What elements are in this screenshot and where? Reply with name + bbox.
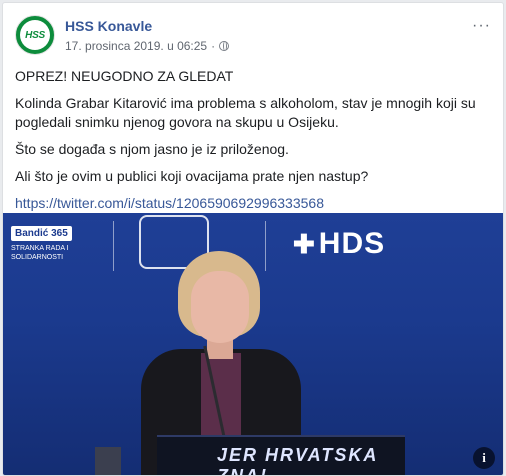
info-icon[interactable]: i	[473, 447, 495, 469]
post-video[interactable]: Bandić 365 STRANKA RADA I SOLIDARNOSTI ✚…	[3, 213, 503, 476]
post-paragraph: OPREZ! NEUGODNO ZA GLEDAT	[15, 68, 234, 84]
page-name-link[interactable]: HSS Konavle	[65, 18, 152, 34]
post-paragraph: Kolinda Grabar Kitarović ima problema s …	[15, 95, 476, 130]
page-avatar[interactable]: HSS	[15, 15, 55, 55]
banner-divider	[113, 221, 114, 271]
stage-equipment	[95, 447, 121, 475]
post-timestamp[interactable]: 17. prosinca 2019. u 06:25	[65, 39, 207, 53]
post-card: HSS HSS Konavle 17. prosinca 2019. u 06:…	[2, 2, 504, 476]
podium: JER HRVATSKA ZNA!	[157, 435, 405, 476]
post-header: HSS HSS Konavle 17. prosinca 2019. u 06:…	[15, 15, 491, 59]
speaker-face	[191, 271, 249, 343]
post-paragraph: Ali što je ovim u publici koji ovacijama…	[15, 168, 369, 184]
post-link[interactable]: https://twitter.com/i/status/12065906929…	[15, 195, 324, 211]
bandic-logo-subtitle: STRANKA RADA I SOLIDARNOSTI	[11, 245, 69, 261]
avatar-logo: HSS	[20, 20, 50, 50]
meta-separator: ·	[211, 39, 216, 53]
hds-logo-label: HDS	[318, 227, 386, 260]
bandic-logo: Bandić 365 STRANKA RADA I SOLIDARNOSTI	[11, 223, 91, 269]
podium-slogan: JER HRVATSKA ZNA!	[217, 445, 378, 476]
globe-icon[interactable]	[219, 41, 230, 51]
post-meta: 17. prosinca 2019. u 06:25 ·	[65, 39, 230, 53]
avatar-logo-text: HSS	[25, 29, 45, 41]
bandic-logo-label: Bandić 365	[11, 226, 72, 241]
post-paragraph: Što se događa s njom jasno je iz prilože…	[15, 141, 289, 157]
more-icon[interactable]: ···	[472, 17, 491, 35]
post-text: OPREZ! NEUGODNO ZA GLEDAT Kolinda Grabar…	[15, 67, 491, 221]
